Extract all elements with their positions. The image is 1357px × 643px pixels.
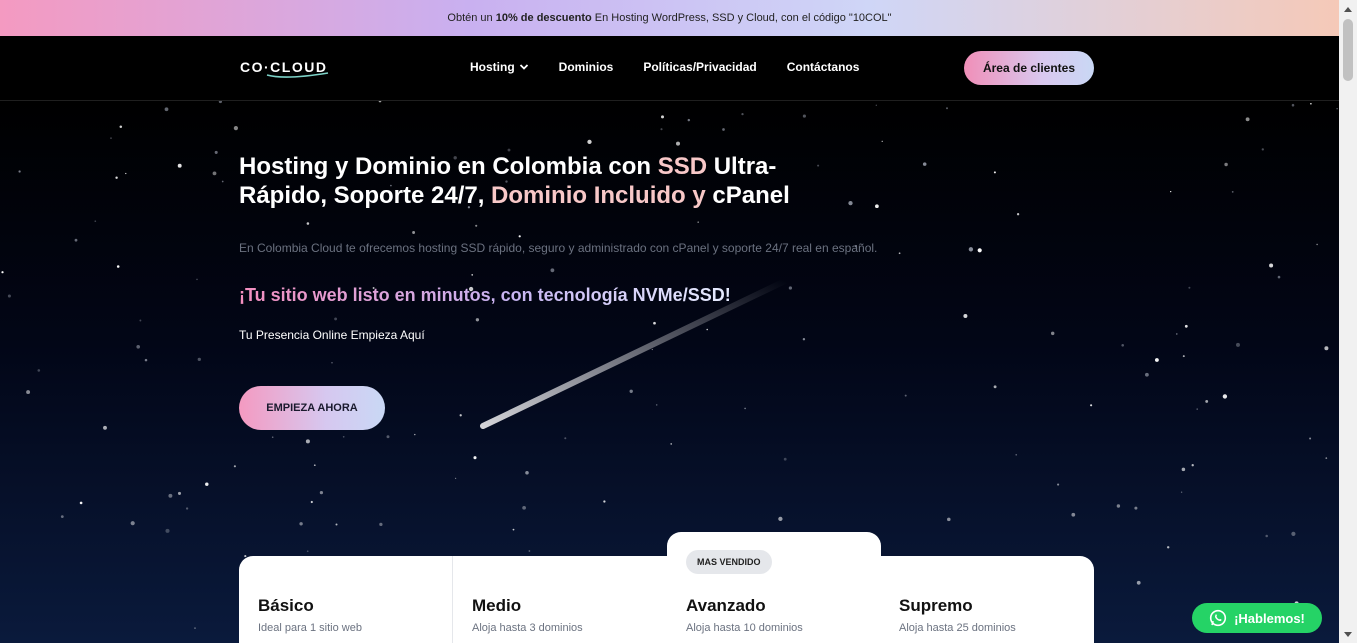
- scroll-down-arrow-icon[interactable]: [1339, 626, 1357, 643]
- plan-name: Avanzado: [686, 596, 766, 615]
- hero-tagline: ¡Tu sitio web listo en minutos, con tecn…: [239, 285, 731, 305]
- hero-title: Hosting y Dominio en Colombia con SSD Ul…: [239, 152, 799, 210]
- plan-name: Básico: [258, 596, 314, 615]
- plan-card-medio[interactable]: Medio Aloja hasta 3 dominios: [453, 556, 667, 643]
- plan-subtitle: Aloja hasta 25 dominios: [899, 622, 1016, 634]
- hero-title-accent1: SSD: [657, 153, 708, 180]
- page-viewport: Obtén un 10% de descuento En Hosting Wor…: [0, 0, 1339, 643]
- hero-title-accent2: Dominio Incluido y: [491, 182, 706, 209]
- plan-name: Medio: [472, 596, 522, 615]
- promo-highlight: 10% de descuento: [495, 12, 592, 24]
- whatsapp-chat-button[interactable]: ¡Hablemos!: [1192, 603, 1322, 633]
- plan-card-supremo[interactable]: Supremo Aloja hasta 25 dominios: [880, 556, 1094, 643]
- plan-subtitle: Ideal para 1 sitio web: [258, 622, 362, 634]
- nav-item-dominios[interactable]: Dominios: [559, 60, 614, 74]
- nav-item-label: Dominios: [558, 60, 614, 74]
- pricing-plans: Básico Ideal para 1 sitio web Medio Aloj…: [239, 532, 1094, 643]
- logo[interactable]: CO·CLOUD: [240, 58, 330, 80]
- best-seller-badge: MAS VENDIDO: [686, 550, 772, 574]
- main-nav: Hosting Dominios Políticas/Privacidad Co…: [470, 60, 889, 74]
- hero-description: En Colombia Cloud te ofrecemos hosting S…: [239, 241, 878, 255]
- nav-item-contactanos[interactable]: Contáctanos: [787, 60, 860, 74]
- nav-item-label: Contáctanos: [786, 60, 860, 74]
- whatsapp-label: ¡Hablemos!: [1234, 610, 1305, 626]
- page-scrollbar[interactable]: [1339, 0, 1357, 643]
- plan-card-avanzado[interactable]: MAS VENDIDO Avanzado Aloja hasta 10 domi…: [667, 532, 881, 643]
- plan-card-basico[interactable]: Básico Ideal para 1 sitio web: [239, 556, 453, 643]
- site-header: CO·CLOUD Hosting Dominios Políticas/Priv…: [0, 36, 1339, 101]
- chevron-down-icon: [519, 64, 528, 70]
- whatsapp-icon: [1209, 609, 1227, 627]
- scrollbar-thumb[interactable]: [1343, 19, 1353, 81]
- nav-item-label: Hosting: [470, 60, 515, 74]
- scroll-up-arrow-icon[interactable]: [1339, 0, 1357, 17]
- hero-section: Hosting y Dominio en Colombia con SSD Ul…: [0, 101, 1339, 643]
- plan-subtitle: Aloja hasta 3 dominios: [472, 622, 583, 634]
- promo-prefix: Obtén un: [447, 12, 496, 24]
- promo-suffix: En Hosting WordPress, SSD y Cloud, con e…: [591, 12, 892, 24]
- plan-subtitle: Aloja hasta 10 dominios: [686, 622, 803, 634]
- nav-item-hosting[interactable]: Hosting: [470, 60, 529, 74]
- plan-name: Supremo: [899, 596, 973, 615]
- logo-text: CO·CLOUD: [240, 59, 327, 75]
- hero-title-part1: Hosting y Dominio en Colombia con: [239, 153, 658, 180]
- hero-title-part3: cPanel: [705, 182, 790, 209]
- client-area-button[interactable]: Área de clientes: [964, 51, 1094, 85]
- nav-item-label: Políticas/Privacidad: [643, 60, 757, 74]
- nav-item-politicas[interactable]: Políticas/Privacidad: [643, 60, 756, 74]
- promo-bar: Obtén un 10% de descuento En Hosting Wor…: [0, 0, 1339, 36]
- hero-subtitle: Tu Presencia Online Empieza Aquí: [239, 328, 425, 342]
- start-now-button[interactable]: EMPIEZA AHORA: [239, 386, 385, 430]
